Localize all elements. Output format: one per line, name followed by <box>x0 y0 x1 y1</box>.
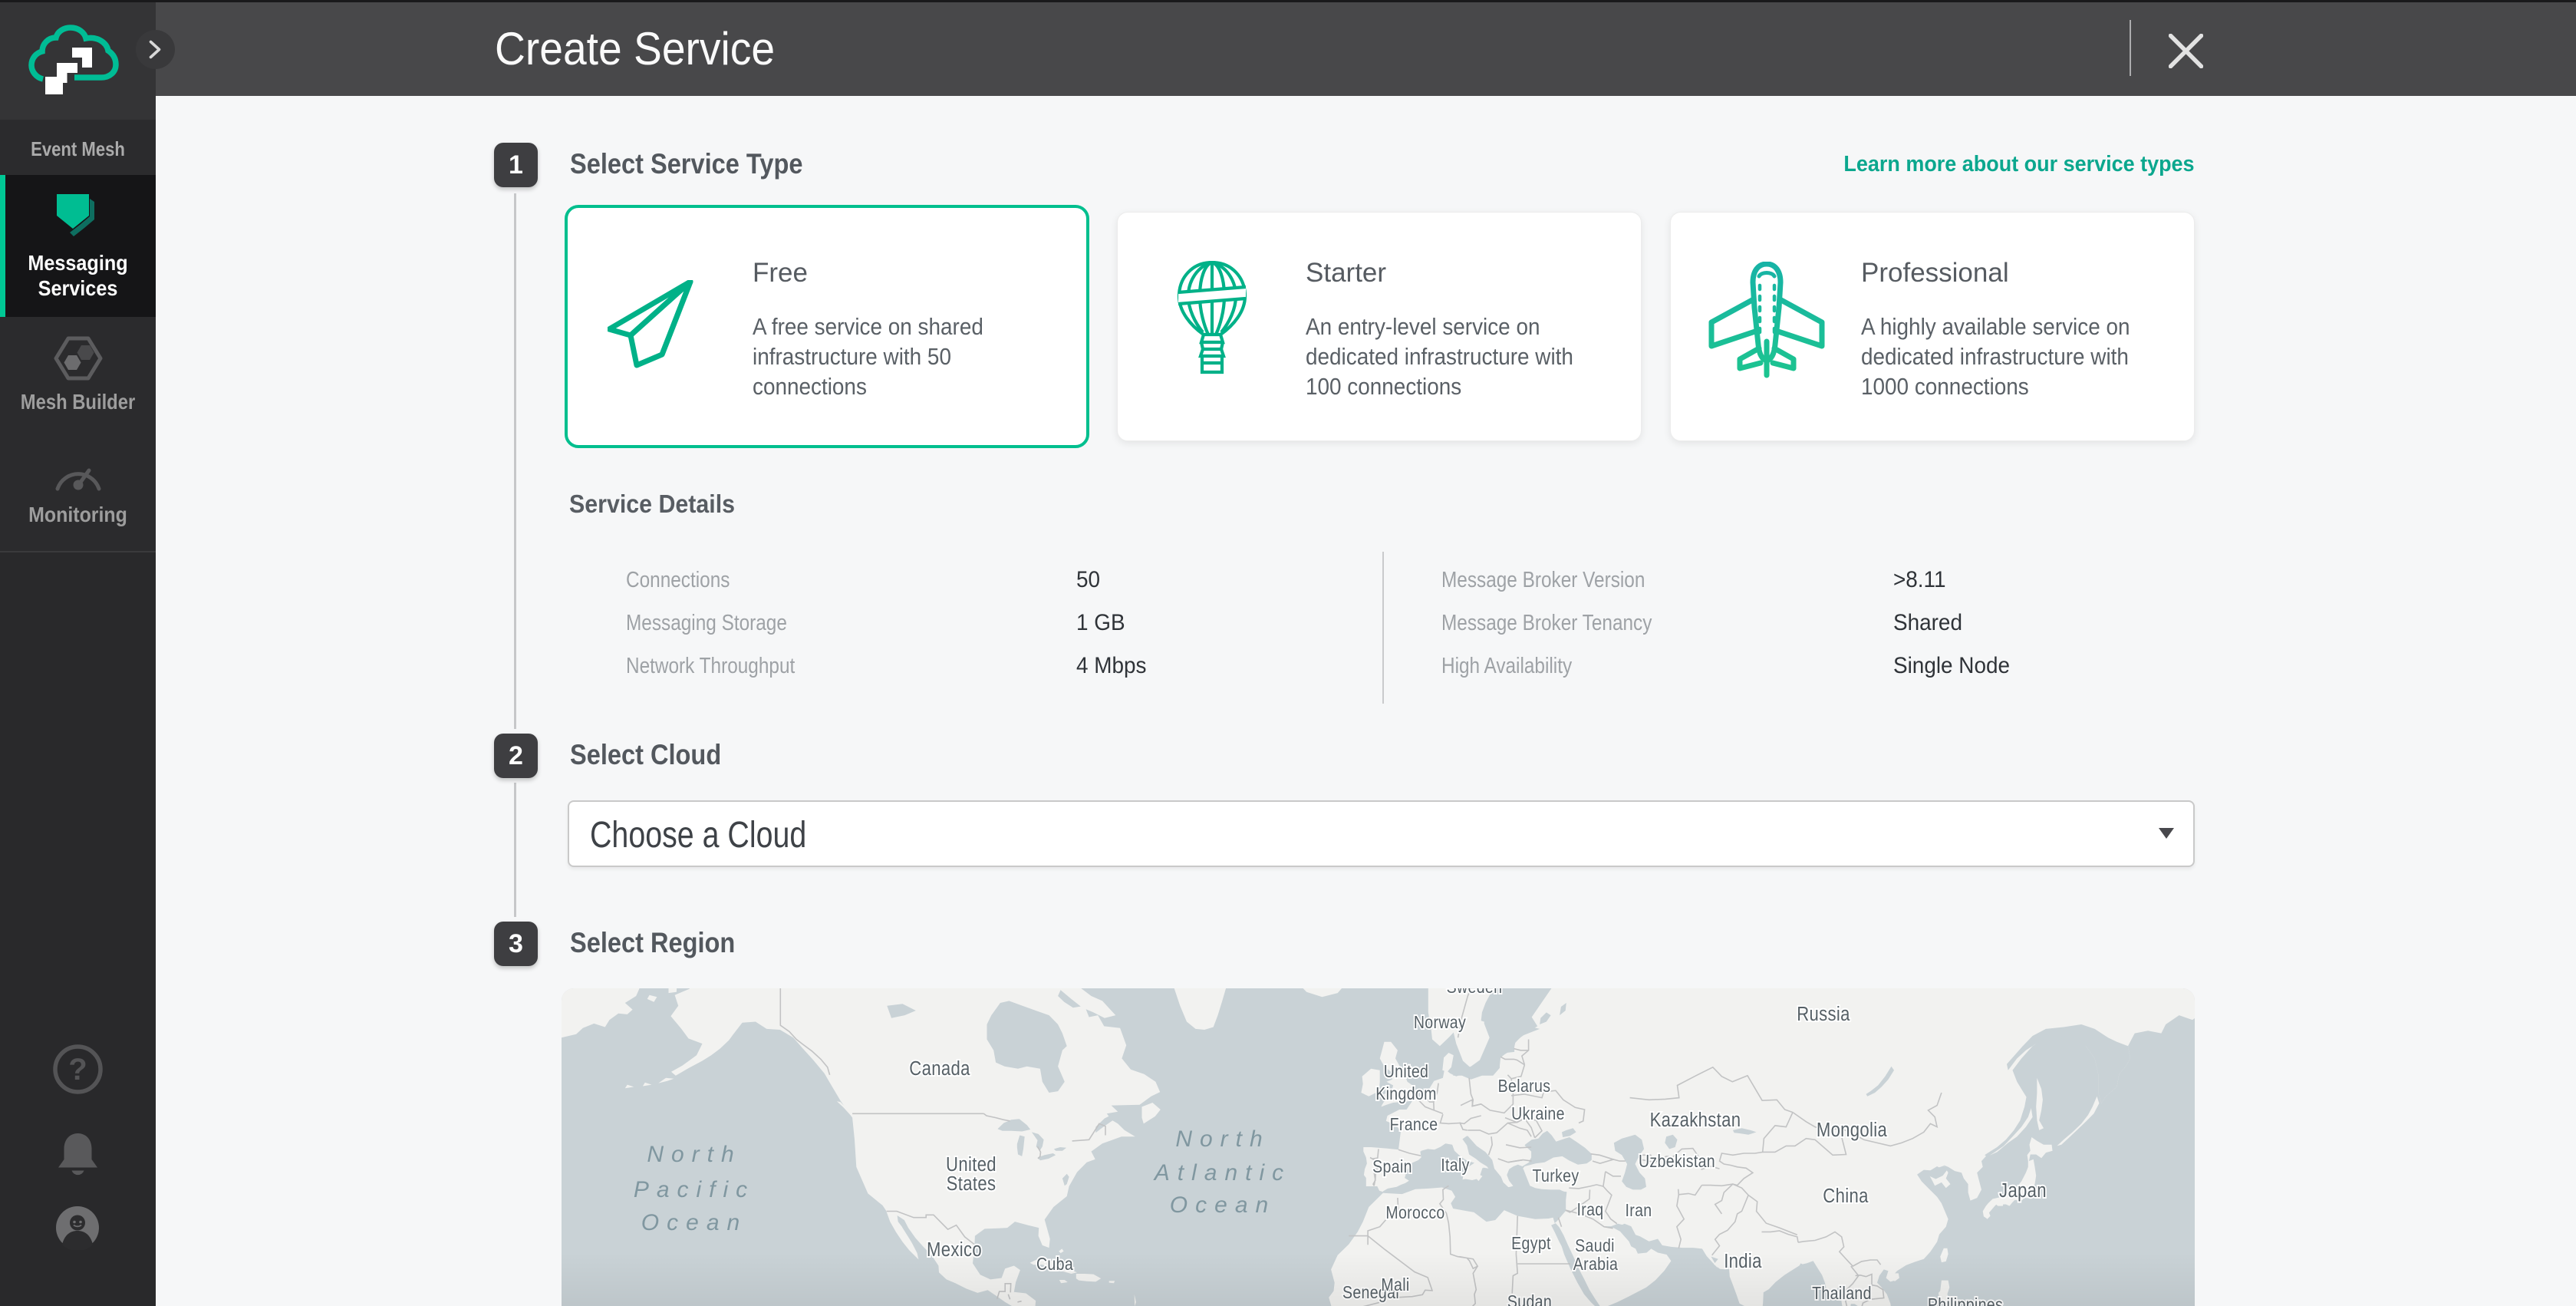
svg-text:Mongolia: Mongolia <box>1817 1119 1888 1141</box>
svg-text:China: China <box>1823 1185 1869 1207</box>
svg-text:Kingdom: Kingdom <box>1375 1084 1436 1104</box>
svg-text:United: United <box>1384 1062 1429 1082</box>
svg-text:Japan: Japan <box>1999 1179 2047 1202</box>
svg-text:Sweden: Sweden <box>1447 988 1503 997</box>
svg-text:Ocean: Ocean <box>641 1210 747 1235</box>
svg-text:Italy: Italy <box>1441 1156 1470 1176</box>
svg-text:Turkey: Turkey <box>1532 1166 1579 1186</box>
svg-text:Uzbekistan: Uzbekistan <box>1639 1152 1715 1172</box>
svg-text:Morocco: Morocco <box>1385 1203 1444 1223</box>
svg-text:Atlantic: Atlantic <box>1153 1160 1291 1186</box>
svg-text:North: North <box>647 1142 741 1167</box>
svg-text:Ukraine: Ukraine <box>1511 1104 1565 1124</box>
svg-text:States: States <box>947 1172 996 1195</box>
svg-text:Kazakhstan: Kazakhstan <box>1650 1109 1741 1131</box>
svg-text:Iran: Iran <box>1625 1201 1652 1221</box>
svg-text:Spain: Spain <box>1372 1157 1412 1177</box>
svg-text:Norway: Norway <box>1414 1013 1466 1033</box>
svg-text:Iraq: Iraq <box>1576 1200 1603 1220</box>
svg-text:?: ? <box>68 1053 87 1087</box>
svg-text:France: France <box>1390 1115 1438 1135</box>
svg-text:Egypt: Egypt <box>1511 1234 1551 1254</box>
svg-text:Pacific: Pacific <box>634 1177 755 1202</box>
svg-text:North: North <box>1175 1126 1270 1152</box>
svg-text:Canada: Canada <box>909 1057 970 1080</box>
svg-text:Ocean: Ocean <box>1170 1192 1276 1218</box>
svg-text:Belarus: Belarus <box>1498 1077 1551 1097</box>
svg-text:Russia: Russia <box>1797 1003 1850 1025</box>
